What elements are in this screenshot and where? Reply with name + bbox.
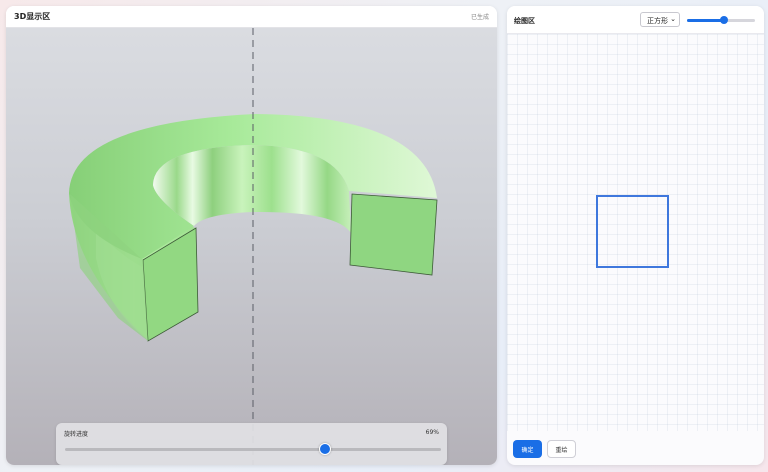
3d-model-render [69,28,438,465]
rotation-slider-thumb[interactable] [319,443,332,455]
rotation-slider-card: 旋转进度 69% [56,423,447,465]
3d-panel-title: 3D显示区 [14,12,51,21]
3d-viewport[interactable]: 旋转进度 69% [6,28,497,465]
rotation-value: 69% [425,429,439,436]
drawing-canvas[interactable] [507,34,764,431]
confirm-button[interactable]: 确定 [513,440,542,458]
redraw-button[interactable]: 重绘 [547,440,576,458]
drawing-panel: 绘图区 正方形 ⌄ 确定 重绘 [507,6,764,465]
size-slider-fill [687,19,725,22]
drawn-square-shape[interactable] [596,195,669,268]
rotation-slider-track[interactable] [65,448,441,451]
3d-panel-header: 3D显示区 已生成 [6,6,497,28]
size-slider-thumb[interactable] [720,16,729,24]
ring-cut-face-right [349,193,438,276]
shape-select[interactable]: 正方形 ⌄ [640,12,680,27]
status-label: 已生成 [470,14,489,21]
shape-select-value: 正方形 [647,17,668,25]
3d-display-panel: 3D显示区 已生成 旋转进度 69% [6,6,497,465]
drawing-panel-title: 绘图区 [514,17,535,25]
drawing-panel-header: 绘图区 正方形 ⌄ [507,6,764,34]
rotation-label: 旋转进度 [64,431,89,438]
chevron-down-icon: ⌄ [670,15,676,23]
